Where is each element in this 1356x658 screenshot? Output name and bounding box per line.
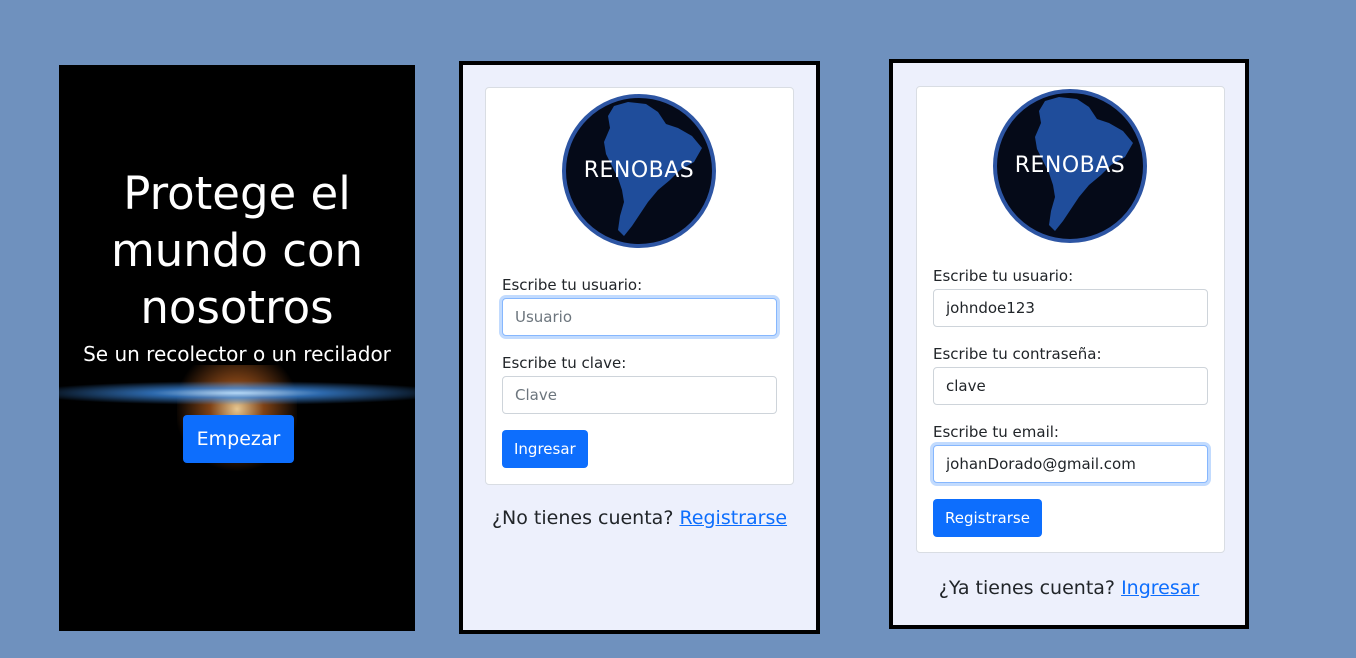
register-prompt: ¿No tienes cuenta? Registrarse — [463, 507, 816, 529]
logo-text: RENOBAS — [583, 158, 695, 183]
register-button[interactable]: Registrarse — [933, 499, 1042, 537]
password-label: Escribe tu contraseña: — [933, 345, 1102, 363]
login-link[interactable]: Ingresar — [1121, 577, 1199, 599]
username-input[interactable] — [502, 298, 777, 336]
splash-subtitle: Se un recolector o un recilador — [83, 342, 391, 366]
login-prompt-text: ¿Ya tienes cuenta? — [938, 577, 1116, 599]
register-prompt-text: ¿No tienes cuenta? — [491, 507, 674, 529]
username-label: Escribe tu usuario: — [502, 276, 643, 294]
register-link[interactable]: Registrarse — [679, 507, 787, 529]
login-prompt: ¿Ya tienes cuenta? Ingresar — [893, 577, 1245, 599]
username-input[interactable] — [933, 289, 1208, 327]
password-input[interactable] — [933, 367, 1208, 405]
email-label: Escribe tu email: — [933, 423, 1059, 441]
splash-panel: Protege el mundo con nosotros Se un reco… — [59, 65, 415, 631]
login-button[interactable]: Ingresar — [502, 430, 588, 468]
signup-panel: RENOBAS Escribe tu usuario: Escribe tu c… — [889, 59, 1249, 629]
splash-title: Protege el mundo con nosotros — [59, 165, 415, 336]
username-label: Escribe tu usuario: — [933, 267, 1074, 285]
password-label: Escribe tu clave: — [502, 354, 627, 372]
login-panel: RENOBAS Escribe tu usuario: Escribe tu c… — [459, 61, 820, 634]
renobas-logo: RENOBAS — [993, 89, 1147, 243]
email-input[interactable] — [933, 445, 1208, 483]
logo-text: RENOBAS — [1014, 153, 1126, 178]
splash-title-line-3: nosotros — [140, 281, 334, 334]
signup-card: RENOBAS Escribe tu usuario: Escribe tu c… — [916, 86, 1225, 553]
horizon-glow — [59, 381, 415, 405]
password-input[interactable] — [502, 376, 777, 414]
splash-title-line-2: mundo con — [110, 224, 364, 277]
renobas-logo: RENOBAS — [562, 94, 716, 248]
splash-title-line-1: Protege el — [123, 167, 351, 220]
start-button[interactable]: Empezar — [183, 415, 294, 463]
login-card: RENOBAS Escribe tu usuario: Escribe tu c… — [485, 87, 794, 485]
